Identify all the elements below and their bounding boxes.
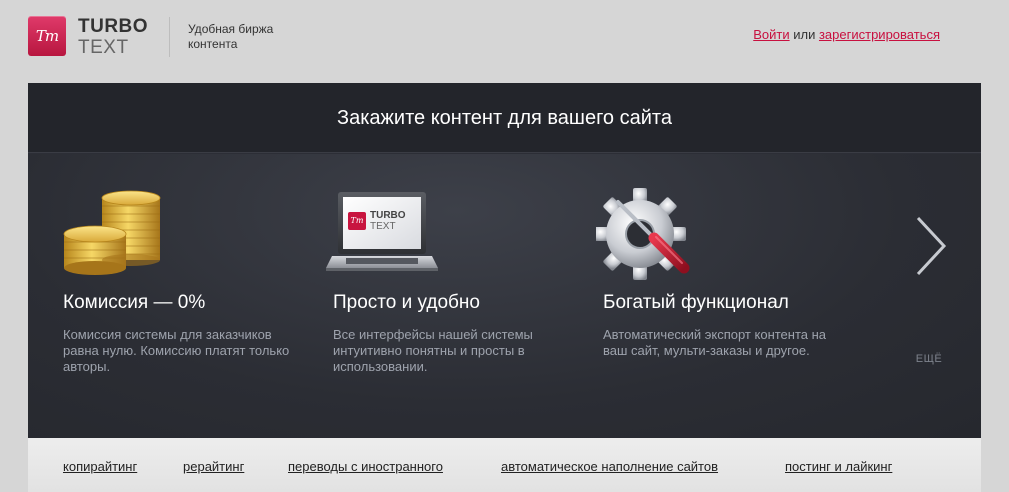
chevron-right-icon[interactable] xyxy=(912,214,948,278)
tagline: Удобная биржа контента xyxy=(188,22,274,51)
services-nav: копирайтинг рерайтинг переводы с иностра… xyxy=(28,438,981,492)
laptop-icon xyxy=(326,192,438,271)
auth-links: Войти или зарегистрироваться xyxy=(753,27,940,42)
logo-divider xyxy=(169,17,170,57)
nav-link-translations[interactable]: переводы с иностранного xyxy=(288,459,443,474)
nav-link-autofill[interactable]: автоматическое наполнение сайтов xyxy=(501,459,718,474)
nav-link-rewriting[interactable]: рерайтинг xyxy=(183,459,244,474)
feature-desc: Все интерфейсы нашей системы интуитивно … xyxy=(333,327,533,374)
register-link[interactable]: зарегистрироваться xyxy=(819,27,940,42)
logo-text-text[interactable]: TEXT xyxy=(78,38,129,57)
logo-badge[interactable]: Tт xyxy=(28,16,66,56)
screen-logo-badge: Tт xyxy=(348,212,366,230)
screen-logo-line1: TURBO xyxy=(370,210,406,221)
nav-link-posting[interactable]: постинг и лайкинг xyxy=(785,459,892,474)
feature-desc: Автоматический экспорт контента на ваш с… xyxy=(603,327,827,358)
panel-title: Закажите контент для вашего сайта xyxy=(337,107,672,129)
feature-title: Богатый функционал xyxy=(603,292,789,313)
gear-screwdriver-icon xyxy=(596,188,690,280)
nav-link-copywriting[interactable]: копирайтинг xyxy=(63,459,137,474)
features-carousel: Комиссия — 0% Комиссия системы для заказ… xyxy=(28,154,981,438)
coins-icon xyxy=(63,190,161,275)
feature-desc: Комиссия системы для заказчиков равна ну… xyxy=(63,327,290,374)
panel-title-bar: Закажите контент для вашего сайта xyxy=(28,83,981,153)
site-header: Tт TURBO TEXT Удобная биржа контента Вой… xyxy=(0,0,1009,82)
feature-title: Просто и удобно xyxy=(333,292,480,313)
screen-logo-line2: TEXT xyxy=(370,221,396,232)
promo-panel: Закажите контент для вашего сайта Комисс… xyxy=(28,83,981,438)
login-link[interactable]: Войти xyxy=(753,27,789,42)
more-label[interactable]: ЕЩЁ xyxy=(909,353,949,365)
or-text: или xyxy=(793,27,816,42)
feature-title: Комиссия — 0% xyxy=(63,292,206,313)
logo-text-turbo[interactable]: TURBO xyxy=(78,17,148,36)
